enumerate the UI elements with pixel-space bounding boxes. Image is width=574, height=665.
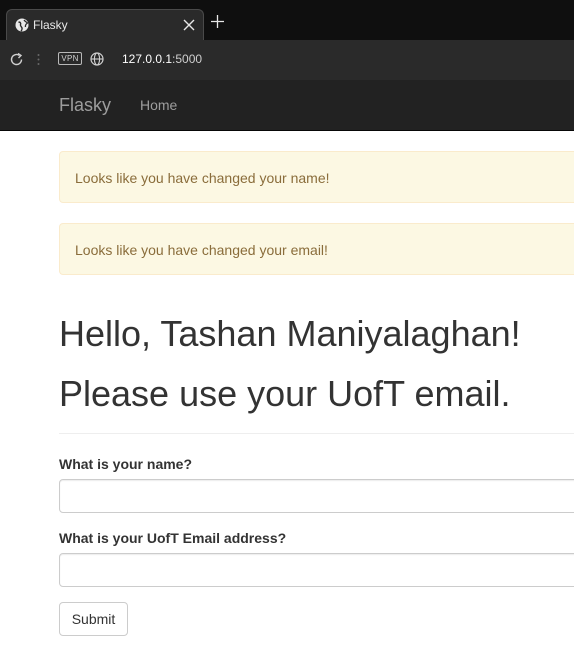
browser-tab[interactable]: Flasky [6,9,204,40]
url-field[interactable]: 127.0.0.1:5000 [122,52,202,66]
navbar-brand[interactable]: Flasky [59,95,111,116]
dots-icon[interactable] [37,53,40,66]
name-field[interactable] [59,479,574,513]
page-subtitle: Please use your UofT email. [59,373,511,414]
browser-tab-strip: Flasky [0,0,574,40]
name-label: What is your name? [59,456,193,472]
address-bar: VPN 127.0.0.1:5000 [0,40,574,80]
url-host: 127.0.0.1 [122,52,173,66]
flash-alert-email-changed: Looks like you have changed your email! [59,223,574,275]
nav-link-home[interactable]: Home [140,97,177,113]
navbar: Flasky Home [0,80,574,131]
plus-icon[interactable] [211,15,224,28]
email-field[interactable] [59,553,574,587]
divider [59,433,574,434]
globe-icon[interactable] [90,52,104,66]
submit-button[interactable]: Submit [59,602,128,636]
email-label: What is your UofT Email address? [59,530,287,546]
vpn-badge[interactable]: VPN [58,52,82,65]
globe-icon [15,18,29,32]
reload-icon[interactable] [9,52,24,67]
close-icon[interactable] [183,19,195,31]
tab-title: Flasky [33,18,68,32]
flash-alert-name-changed: Looks like you have changed your name! [59,151,574,203]
page-title: Hello, Tashan Maniyalaghan! [59,313,521,354]
url-port: :5000 [172,52,203,66]
